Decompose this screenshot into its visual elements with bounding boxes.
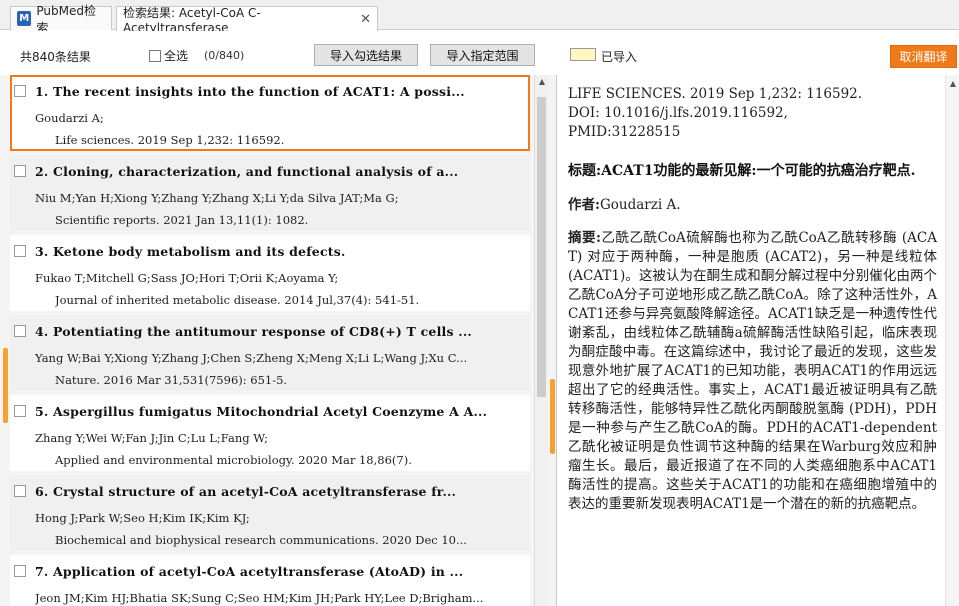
- pane-splitter[interactable]: [548, 75, 557, 606]
- article-abstract: 摘要:乙酰乙酰CoA硫解酶也称为乙酰CoA乙酰转移酶 (ACAT) 对应于两种酶…: [568, 229, 937, 514]
- checkbox-icon[interactable]: [14, 85, 26, 97]
- checkbox-icon[interactable]: [149, 49, 161, 62]
- author-text: Goudarzi A.: [599, 197, 681, 213]
- detail-pane: LIFE SCIENCES. 2019 Sep 1,232: 116592. D…: [557, 75, 945, 606]
- article-title: 标题:ACAT1功能的最新见解:一个可能的抗癌治疗靶点.: [568, 161, 937, 182]
- result-journal: Nature. 2016 Mar 31,531(7596): 651-5.: [55, 373, 288, 387]
- abstract-label: 摘要:: [568, 230, 602, 246]
- result-authors: Niu M;Yan H;Xiong Y;Zhang Y;Zhang X;Li Y…: [35, 191, 399, 205]
- checkbox-icon[interactable]: [14, 245, 26, 257]
- pubmed-logo-icon: M: [17, 11, 32, 26]
- result-authors: Goudarzi A;: [35, 111, 104, 125]
- result-authors: Jeon JM;Kim HJ;Bhatia SK;Sung C;Seo HM;K…: [35, 591, 484, 605]
- result-journal: Life sciences. 2019 Sep 1,232: 116592.: [55, 133, 285, 147]
- author-label: 作者:: [568, 197, 600, 213]
- result-item[interactable]: 5. Aspergillus fumigatus Mitochondrial A…: [10, 395, 530, 471]
- scroll-up-icon[interactable]: ▲: [946, 77, 959, 91]
- result-item[interactable]: 7. Application of acetyl-CoA acetyltrans…: [10, 555, 530, 606]
- result-title: 5. Aspergillus fumigatus Mitochondrial A…: [35, 404, 488, 419]
- detail-scrollbar[interactable]: ▲: [945, 75, 959, 606]
- result-title: 1. The recent insights into the function…: [35, 84, 465, 99]
- result-title: 4. Potentiating the antitumour response …: [35, 324, 472, 339]
- scroll-thumb[interactable]: [537, 97, 546, 397]
- tab-bar: M PubMed检索 检索结果: Acetyl-CoA C-Acetyltran…: [0, 0, 959, 35]
- title-text: ACAT1功能的最新见解:一个可能的抗癌治疗靶点.: [601, 163, 916, 179]
- result-journal: Biochemical and biophysical research com…: [55, 533, 467, 547]
- checkbox-icon[interactable]: [14, 565, 26, 577]
- tab-search-results[interactable]: 检索结果: Acetyl-CoA C-Acetyltransferase ✕: [116, 6, 378, 35]
- result-authors: Fukao T;Mitchell G;Sass JO;Hori T;Orii K…: [35, 271, 339, 285]
- citation-pmid: PMID:31228515: [568, 124, 681, 140]
- tab-pubmed-search[interactable]: M PubMed检索: [10, 4, 112, 35]
- citation-source: LIFE SCIENCES. 2019 Sep 1,232: 116592.: [568, 86, 863, 102]
- result-journal: Applied and environmental microbiology. …: [55, 453, 412, 467]
- results-scrollbar[interactable]: ▲: [534, 75, 548, 606]
- result-item[interactable]: 3. Ketone body metabolism and its defect…: [10, 235, 530, 311]
- result-count: 共840条结果: [20, 50, 91, 64]
- checkbox-icon[interactable]: [14, 485, 26, 497]
- result-title: 6. Crystal structure of an acetyl-CoA ac…: [35, 484, 457, 499]
- citation-doi: DOI: 10.1016/j.lfs.2019.116592,: [568, 105, 788, 121]
- pane-resize-handle[interactable]: [550, 379, 555, 454]
- select-all-label: 全选: [164, 49, 189, 63]
- result-title: 7. Application of acetyl-CoA acetyltrans…: [35, 564, 464, 579]
- cancel-translate-button[interactable]: 取消翻译: [890, 45, 957, 68]
- imported-marker: [3, 348, 8, 423]
- result-item[interactable]: 1. The recent insights into the function…: [10, 75, 530, 151]
- results-list: 1. The recent insights into the function…: [0, 75, 534, 606]
- import-selected-button[interactable]: 导入勾选结果: [314, 44, 418, 66]
- checkbox-icon[interactable]: [14, 405, 26, 417]
- result-authors: Zhang Y;Wei W;Fan J;Jin C;Lu L;Fang W;: [35, 431, 268, 445]
- result-item[interactable]: 6. Crystal structure of an acetyl-CoA ac…: [10, 475, 530, 551]
- result-title: 3. Ketone body metabolism and its defect…: [35, 244, 346, 259]
- result-journal: Scientific reports. 2021 Jan 13,11(1): 1…: [55, 213, 309, 227]
- citation-meta: LIFE SCIENCES. 2019 Sep 1,232: 116592. D…: [568, 85, 937, 142]
- result-authors: Hong J;Park W;Seo H;Kim IK;Kim KJ;: [35, 511, 250, 525]
- result-item[interactable]: 4. Potentiating the antitumour response …: [10, 315, 530, 391]
- result-authors: Yang W;Bai Y;Xiong Y;Zhang J;Chen S;Zhen…: [35, 351, 468, 365]
- imported-legend-swatch: [570, 48, 596, 61]
- tab-label: 检索结果: Acetyl-CoA C-Acetyltransferase: [123, 5, 261, 35]
- toolbar: 共840条结果 全选 (0/840) 导入勾选结果 导入指定范围 已导入 取消翻…: [0, 31, 959, 75]
- select-all-checkbox[interactable]: 全选: [149, 47, 188, 64]
- result-journal: Journal of inherited metabolic disease. …: [55, 293, 420, 307]
- imported-legend-label: 已导入: [601, 50, 638, 64]
- abstract-text: 乙酰乙酰CoA硫解酶也称为乙酰CoA乙酰转移酶 (ACAT) 对应于两种酶，一种…: [568, 230, 937, 512]
- title-label: 标题:: [568, 163, 602, 179]
- result-item[interactable]: 2. Cloning, characterization, and functi…: [10, 155, 530, 231]
- checkbox-icon[interactable]: [14, 325, 26, 337]
- scroll-up-icon[interactable]: ▲: [535, 75, 549, 89]
- result-title: 2. Cloning, characterization, and functi…: [35, 164, 459, 179]
- checkbox-icon[interactable]: [14, 165, 26, 177]
- article-author: 作者:Goudarzi A.: [568, 196, 937, 215]
- close-icon[interactable]: ✕: [360, 12, 371, 27]
- selected-count: (0/840): [204, 49, 245, 62]
- import-range-button[interactable]: 导入指定范围: [430, 44, 535, 66]
